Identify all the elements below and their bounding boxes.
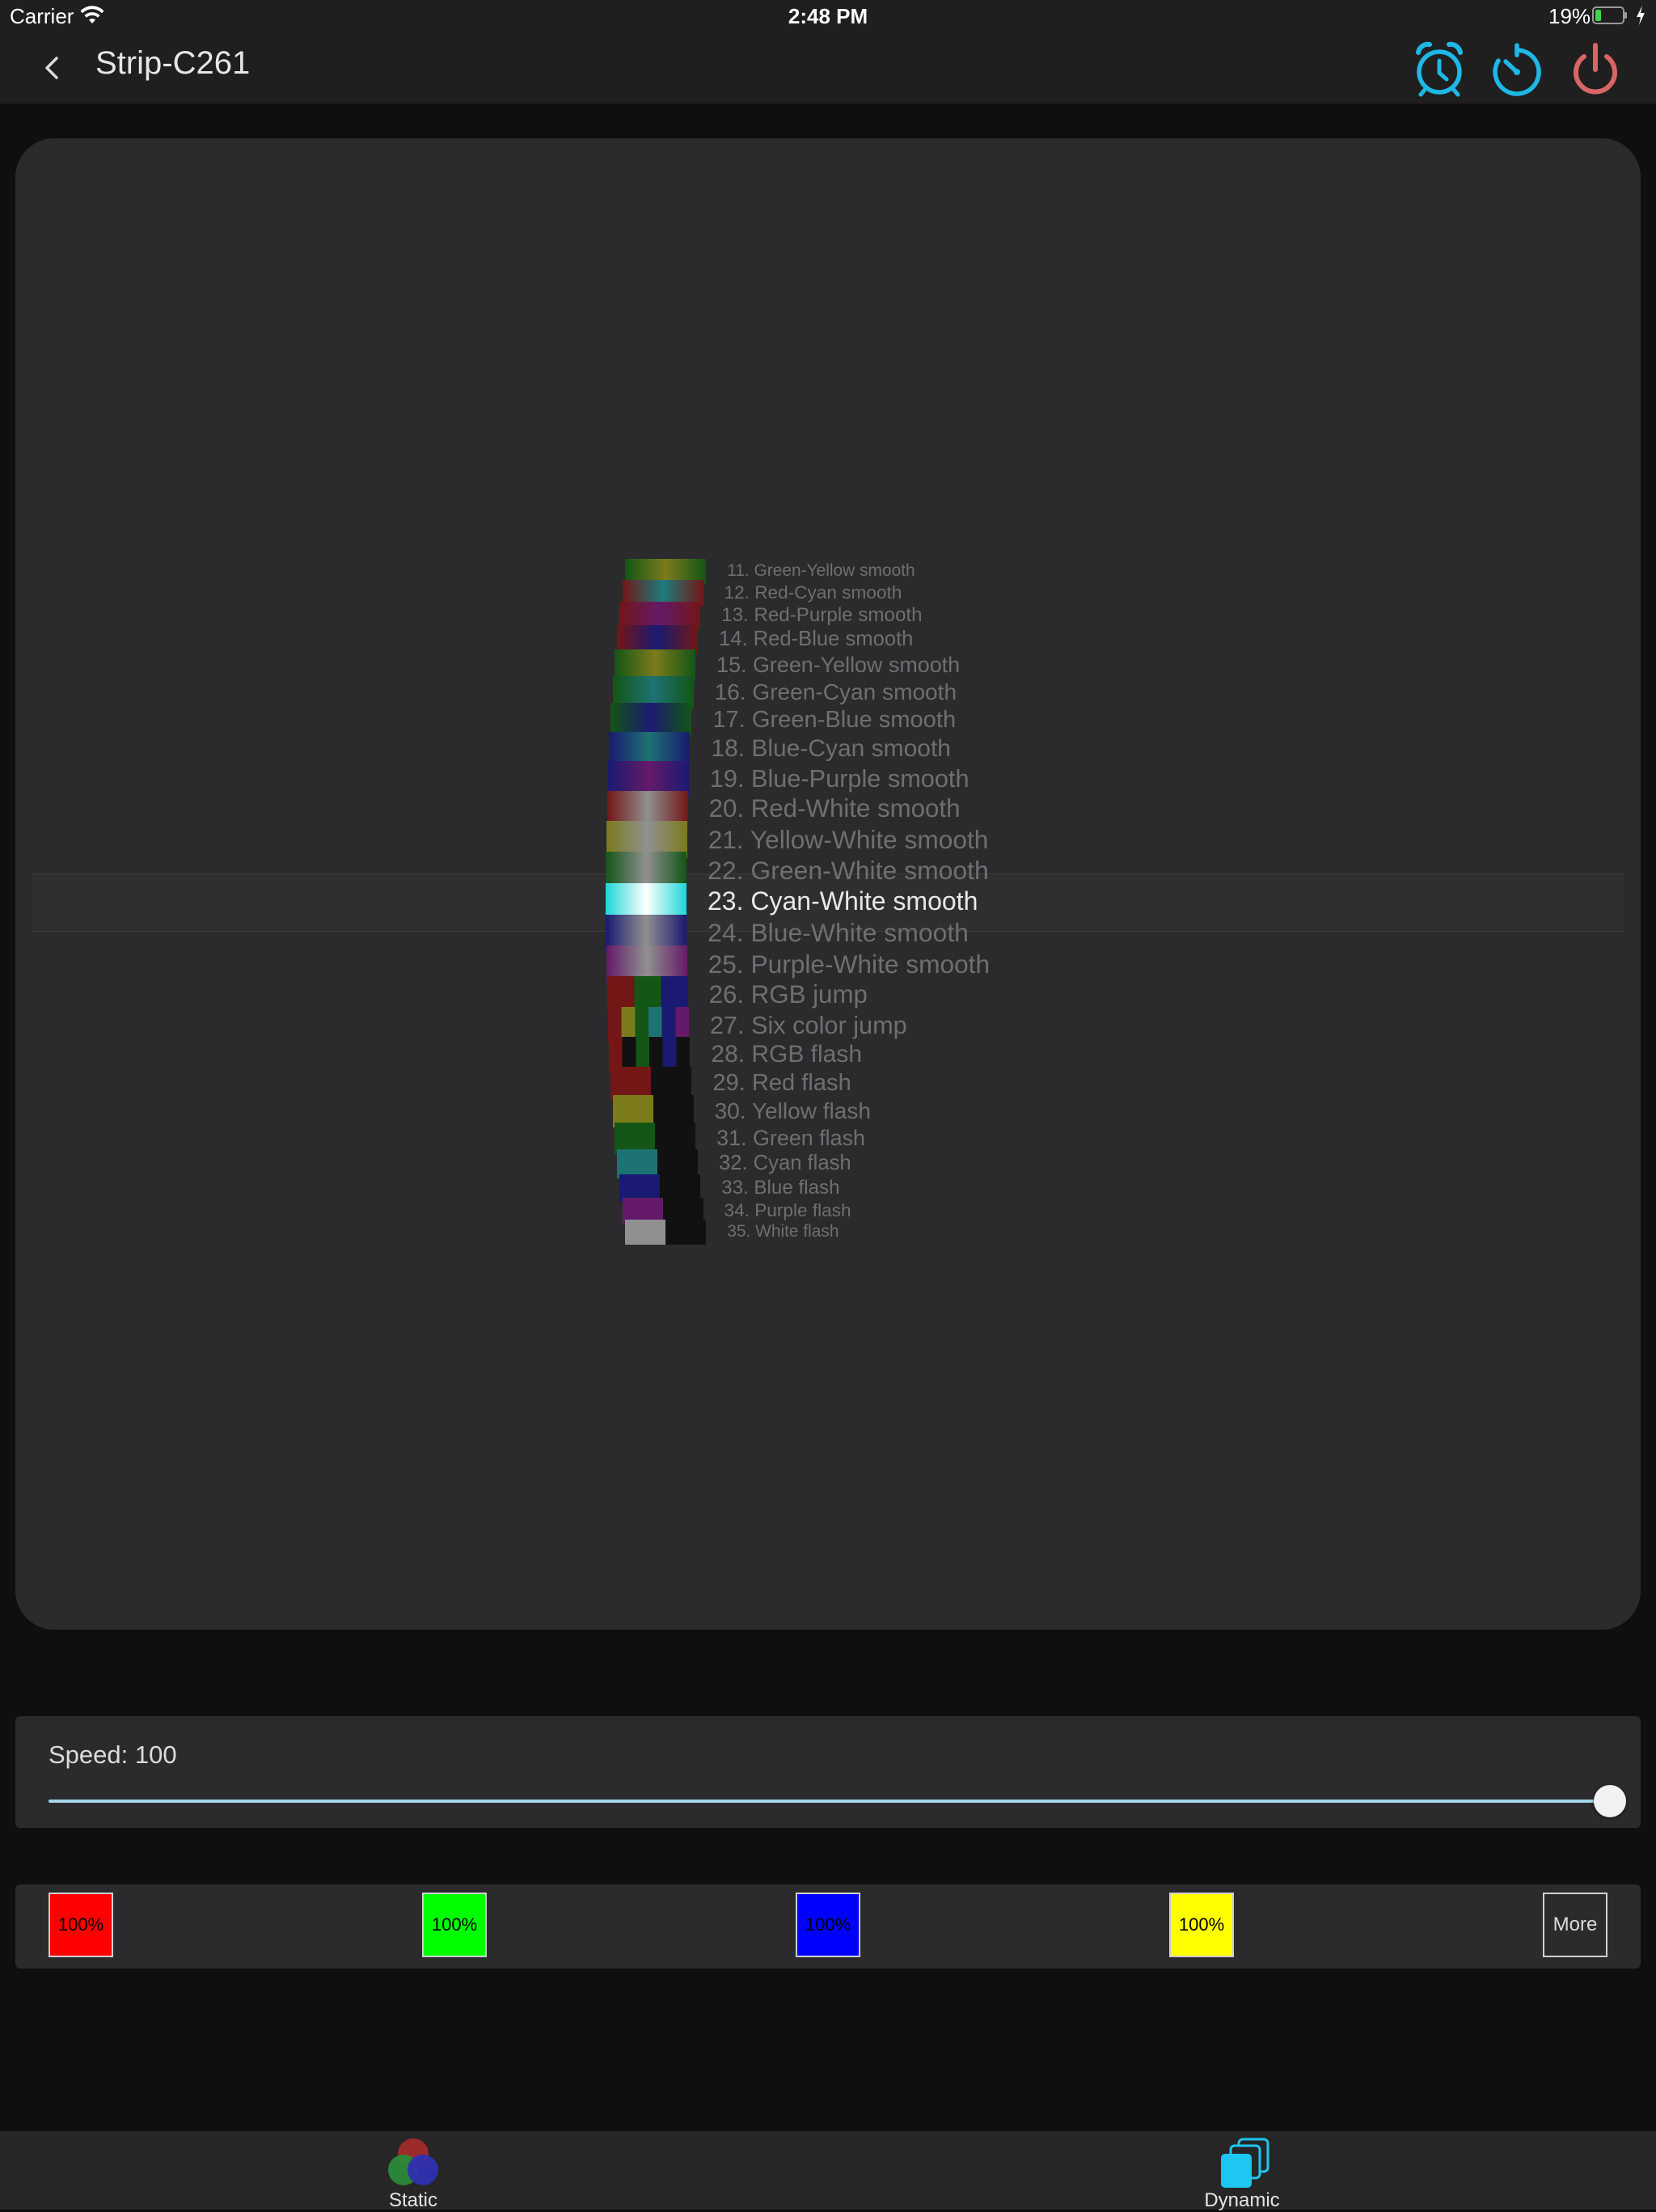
- mode-label: 19. Blue-Purple smooth: [709, 763, 970, 793]
- more-button[interactable]: More: [1543, 1893, 1607, 1957]
- speed-slider-thumb[interactable]: [1594, 1785, 1626, 1817]
- color-preset-green[interactable]: 100%: [422, 1893, 487, 1957]
- color-presets-panel: 100% 100% 100% 100% More: [15, 1884, 1641, 1969]
- tab-static-label: Static: [388, 2189, 438, 2211]
- mode-label: 25. Purple-White smooth: [708, 949, 991, 979]
- mode-label: 27. Six color jump: [709, 1010, 907, 1039]
- tab-bar: Static Dynamic: [0, 2131, 1656, 2211]
- mode-label: 34. Purple flash: [724, 1200, 851, 1221]
- color-preset-label: 100%: [431, 1914, 478, 1935]
- color-preset-label: 100%: [57, 1914, 104, 1935]
- mode-picker-panel: 11. Green-Yellow smooth 12. Red-Cyan smoo…: [15, 138, 1641, 1630]
- mode-label: 32. Cyan flash: [718, 1152, 851, 1175]
- navigation-bar: Strip-C261: [0, 32, 1656, 104]
- mode-swatch: [625, 1220, 707, 1245]
- clock-label: 2:48 PM: [788, 4, 868, 28]
- mode-label: 24. Blue-White smooth: [708, 918, 969, 948]
- color-preset-blue[interactable]: 100%: [796, 1893, 860, 1957]
- mode-label: 35. White flash: [727, 1222, 839, 1241]
- color-preset-red[interactable]: 100%: [49, 1893, 113, 1957]
- mode-label: 15. Green-Yellow smooth: [716, 653, 961, 678]
- speed-slider-track[interactable]: [49, 1800, 1609, 1803]
- mode-label: 29. Red flash: [712, 1069, 851, 1096]
- mode-label: 21. Yellow-White smooth: [708, 824, 989, 854]
- page-title: Strip-C261: [95, 45, 251, 81]
- mode-label: 33. Blue flash: [721, 1177, 840, 1199]
- charging-icon: [1637, 6, 1645, 25]
- mode-label: 12. Red-Cyan smooth: [724, 582, 902, 603]
- color-preset-yellow[interactable]: 100%: [1169, 1893, 1234, 1957]
- tab-static[interactable]: Static: [332, 2131, 494, 2211]
- timer-icon[interactable]: [1488, 39, 1546, 99]
- mode-label: 18. Blue-Cyan smooth: [711, 734, 951, 762]
- mode-label: 16. Green-Cyan smooth: [714, 679, 957, 704]
- color-preset-label: 100%: [805, 1914, 851, 1935]
- mode-label: 20. Red-White smooth: [708, 793, 961, 823]
- mode-label: 11. Green-Yellow smooth: [727, 561, 915, 581]
- power-icon[interactable]: [1566, 39, 1624, 99]
- color-preset-label: 100%: [1178, 1914, 1225, 1935]
- mode-label: 13. Red-Purple smooth: [721, 603, 923, 626]
- mode-label: 30. Yellow flash: [714, 1098, 872, 1123]
- stacked-squares-icon: [1221, 2138, 1269, 2188]
- mode-label: 23. Cyan-White smooth: [708, 886, 978, 916]
- rgb-circles-icon: [388, 2138, 438, 2185]
- battery-percent: 19%: [1548, 4, 1591, 28]
- mode-label: 22. Green-White smooth: [708, 855, 989, 885]
- mode-label: 17. Green-Blue smooth: [712, 706, 957, 733]
- status-bar: Carrier 2:48 PM 19%: [0, 0, 1656, 32]
- mode-label: 26. RGB jump: [708, 979, 868, 1009]
- tab-dynamic-label: Dynamic: [1204, 2189, 1280, 2211]
- speed-panel: Speed: 100: [15, 1716, 1641, 1828]
- tab-dynamic[interactable]: Dynamic: [1161, 2131, 1323, 2211]
- battery-icon: [1592, 6, 1627, 24]
- mode-label: 14. Red-Blue smooth: [718, 628, 914, 651]
- alarm-clock-icon[interactable]: [1410, 39, 1468, 99]
- speed-label: Speed: 100: [49, 1740, 177, 1769]
- chevron-left-icon[interactable]: [36, 50, 68, 86]
- mode-label: 28. RGB flash: [711, 1040, 862, 1068]
- mode-label: 31. Green flash: [716, 1125, 866, 1150]
